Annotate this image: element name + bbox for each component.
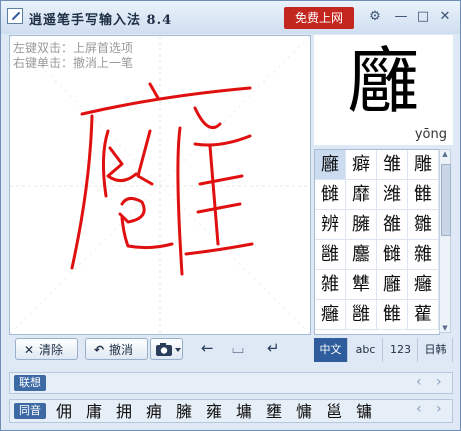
ime-window: 逍遥笔手写输入法 8.4 免费上网 ⚙ — □ ✕ 左键双击：上屏首选项 右键单…: [0, 0, 461, 431]
candidate-cell[interactable]: 雔: [377, 300, 408, 330]
homophone-next-button[interactable]: ›: [436, 401, 442, 417]
association-prev-button[interactable]: ‹: [416, 374, 422, 390]
candidate-cell[interactable]: 雔: [408, 180, 439, 210]
ink-stroke: [136, 129, 154, 186]
tab-123[interactable]: 123: [384, 338, 418, 362]
homophone-candidate[interactable]: 慵: [296, 401, 312, 423]
preview-pinyin: yōng: [414, 127, 447, 142]
undo-icon: ↶: [93, 343, 105, 357]
candidate-cell[interactable]: 犨: [346, 270, 377, 300]
ink-stroke: [148, 82, 160, 100]
ink-strokes: [10, 36, 310, 334]
candidate-cell[interactable]: 癰: [408, 270, 439, 300]
window-title: 逍遥笔手写输入法 8.4: [29, 13, 173, 28]
tab-chinese[interactable]: 中文: [314, 338, 348, 362]
undo-label: 撤消: [109, 343, 134, 357]
ink-stroke: [184, 242, 254, 256]
homophone-candidate[interactable]: 痈: [146, 401, 162, 423]
homophone-candidate[interactable]: 墉: [236, 401, 252, 423]
candidate-cell[interactable]: 雒: [377, 210, 408, 240]
ink-stroke: [208, 144, 220, 246]
title-bar[interactable]: 逍遥笔手写输入法 8.4 免费上网 ⚙ — □ ✕: [1, 1, 460, 34]
handwriting-canvas[interactable]: 左键双击：上屏首选项 右键单击：撤消上一笔: [9, 35, 311, 335]
homophone-label: 同音: [14, 403, 46, 419]
association-label: 联想: [14, 375, 46, 391]
close-button[interactable]: ✕: [437, 9, 453, 25]
character-preview: 廱 yōng: [314, 35, 453, 145]
clear-label: 清除: [39, 343, 64, 357]
homophone-candidate[interactable]: 壅: [266, 401, 282, 423]
ink-stroke: [70, 114, 94, 270]
candidate-cell[interactable]: 雠: [315, 180, 346, 210]
scroll-down-icon[interactable]: ▼: [440, 324, 450, 332]
scroll-up-icon[interactable]: ▲: [440, 150, 450, 158]
candidate-cell[interactable]: 雜: [408, 240, 439, 270]
homophone-candidate[interactable]: 雍: [206, 401, 222, 423]
candidate-cell[interactable]: 雝: [315, 240, 346, 270]
ink-stroke: [80, 86, 252, 116]
preview-character: 廱: [347, 39, 420, 123]
canvas-toolbar: ✕ 清除 ↶ 撤消 ← ⌴ ↵: [9, 337, 311, 363]
ink-stroke: [196, 202, 242, 214]
ink-stroke: [198, 174, 244, 186]
candidate-cell[interactable]: 癖: [346, 150, 377, 180]
gear-icon[interactable]: ⚙: [367, 9, 383, 25]
minimize-button[interactable]: —: [393, 9, 409, 25]
homophone-candidate[interactable]: 镛: [356, 401, 372, 423]
candidate-cell[interactable]: 雛: [408, 210, 439, 240]
candidate-cell[interactable]: 雕: [408, 150, 439, 180]
association-next-button[interactable]: ›: [436, 374, 442, 390]
homophone-candidate[interactable]: 臃: [176, 401, 192, 423]
candidate-cell[interactable]: 雚: [408, 300, 439, 330]
tab-japanese-korean[interactable]: 日韩: [419, 338, 453, 362]
clear-button[interactable]: ✕ 清除: [15, 338, 78, 360]
association-bar: 联想 ‹ ›: [9, 372, 453, 394]
candidate-cell[interactable]: 雠: [377, 240, 408, 270]
candidate-cell[interactable]: 雏: [377, 150, 408, 180]
candidate-cell[interactable]: 癰: [315, 300, 346, 330]
ink-stroke: [118, 197, 146, 224]
candidate-cell[interactable]: 廱: [315, 150, 346, 180]
homophone-prev-button[interactable]: ‹: [416, 401, 422, 417]
hint-right-click: 右键单击：撤消上一笔: [13, 56, 134, 70]
candidate-scrollbar[interactable]: ▲ ▼: [439, 149, 451, 333]
tab-abc[interactable]: abc: [349, 338, 383, 362]
candidate-cell[interactable]: 靡: [346, 180, 377, 210]
candidate-cell[interactable]: 辨: [315, 210, 346, 240]
ink-stroke: [193, 134, 252, 147]
candidate-grid: 廱癖雏雕雠靡潍雔辨臃雒雛雝麢雠雜雑犨廱癰癰雝雔雚: [314, 149, 440, 335]
pen-app-icon: [7, 8, 23, 24]
candidate-cell[interactable]: 潍: [377, 180, 408, 210]
camera-icon: [156, 343, 181, 356]
homophone-candidate[interactable]: 佣: [56, 401, 72, 423]
left-arrow-icon[interactable]: ←: [201, 339, 214, 357]
scroll-thumb[interactable]: [441, 164, 451, 236]
free-internet-button[interactable]: 免费上网: [284, 7, 354, 29]
ink-stroke: [176, 126, 184, 276]
candidate-cell[interactable]: 臃: [346, 210, 377, 240]
ink-stroke: [193, 106, 222, 129]
ink-stroke: [106, 146, 138, 182]
maximize-button[interactable]: □: [415, 9, 431, 25]
mode-tabs: 中文 abc 123 日韩: [314, 338, 454, 362]
space-icon[interactable]: ⌴: [232, 339, 244, 357]
screenshot-button[interactable]: [150, 338, 183, 360]
close-icon: ✕: [23, 343, 35, 357]
homophone-bar: 同音 ‹ › 佣庸拥痈臃雍墉壅慵邕镛: [9, 399, 453, 423]
candidate-cell[interactable]: 廱: [377, 270, 408, 300]
undo-button[interactable]: ↶ 撤消: [85, 338, 148, 360]
candidate-cell[interactable]: 麢: [346, 240, 377, 270]
candidate-cell[interactable]: 雝: [346, 300, 377, 330]
homophone-candidate[interactable]: 邕: [326, 401, 342, 423]
homophone-candidate[interactable]: 庸: [86, 401, 102, 423]
homophone-candidate[interactable]: 拥: [116, 401, 132, 423]
candidate-cell[interactable]: 雑: [315, 270, 346, 300]
enter-icon[interactable]: ↵: [267, 339, 280, 357]
